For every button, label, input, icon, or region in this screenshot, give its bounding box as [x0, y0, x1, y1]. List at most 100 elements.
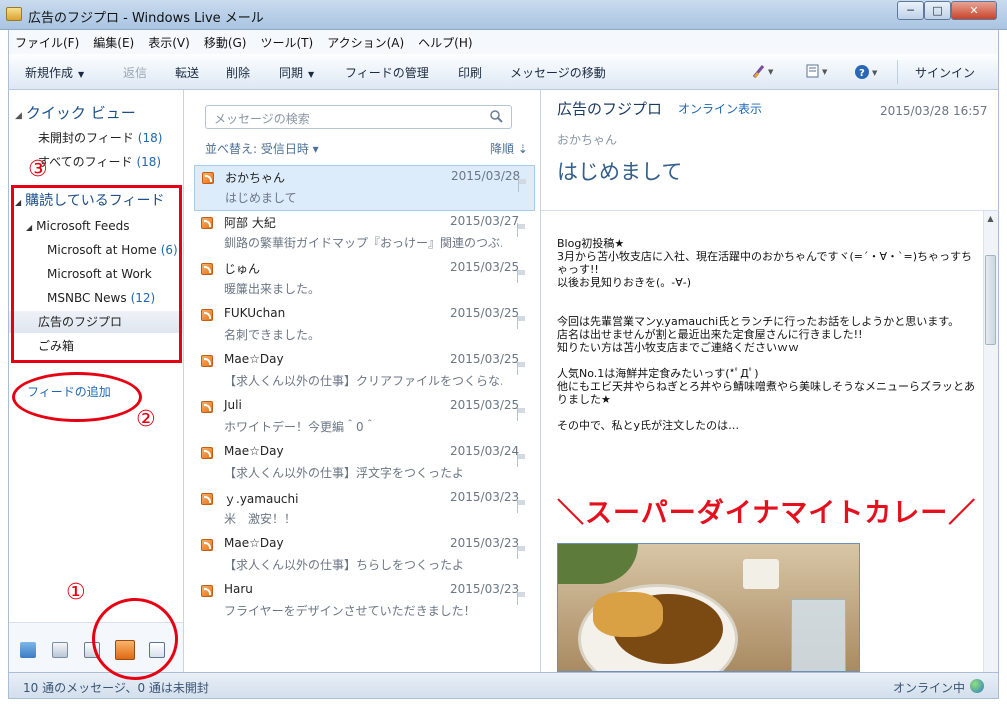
body-line: 今回は先輩営業マンy.yamauchi氏とランチに行ったお話をしようかと思います…	[557, 315, 960, 328]
flag-icon[interactable]	[516, 407, 526, 421]
message-date: 2015/03/23	[450, 490, 520, 504]
menu-file[interactable]: ファイル(F)	[15, 34, 79, 51]
message-from: Mae☆Day	[224, 444, 284, 458]
message-row[interactable]: ｙ.yamauchi 2015/03/23 米 激安！！	[194, 487, 535, 533]
message-subject: ホワイトデー！今更編＾0＾	[224, 420, 376, 434]
menu-edit[interactable]: 編集(E)	[93, 34, 134, 51]
rss-icon	[201, 539, 213, 551]
message-subject: 【求人くん以外の仕事】浮文字をつくったよ	[224, 466, 465, 480]
help-icon[interactable]: ? ▼	[854, 64, 882, 83]
message-subject-heading: はじめまして	[557, 160, 683, 184]
rss-icon	[201, 447, 213, 459]
menu-view[interactable]: 表示(V)	[148, 34, 190, 51]
flag-icon[interactable]	[516, 223, 526, 237]
new-button[interactable]: 新規作成 ▼	[25, 64, 84, 81]
view-options-icon[interactable]: ▼	[806, 64, 832, 81]
rss-icon	[201, 585, 213, 597]
rss-icon	[201, 493, 213, 505]
manage-feeds-button[interactable]: フィードの管理	[345, 64, 429, 81]
message-subject: はじめまして	[225, 191, 297, 205]
flag-icon[interactable]	[516, 591, 526, 605]
message-from: FUKUchan	[224, 306, 286, 320]
window-title: 広告のフジプロ - Windows Live メール	[28, 11, 264, 26]
nav-unread-feeds[interactable]: 未開封のフィード (18)	[9, 127, 183, 149]
body-line: 以後お見知りおきを(。-∀-)	[557, 276, 692, 289]
curry-photo	[557, 543, 860, 672]
svg-text:▼: ▼	[822, 68, 828, 76]
close-button[interactable]: ✕	[951, 1, 997, 20]
message-row[interactable]: おかちゃん 2015/03/28 はじめまして	[194, 165, 535, 211]
forward-button[interactable]: 転送	[175, 64, 199, 81]
flag-icon[interactable]	[516, 453, 526, 467]
scroll-thumb[interactable]	[985, 255, 996, 345]
message-row[interactable]: 阿部 大紀 2015/03/27 釧路の繁華街ガイドマップ『おっけー』関連のつぶ…	[194, 211, 535, 257]
annotation-number-1: ①	[66, 580, 86, 605]
message-body: Blog初投稿★ 3月から苫小牧支店に入社、現在活躍中のおかちゃんですヾ(=´・…	[557, 237, 977, 432]
mail-module-icon[interactable]	[20, 642, 36, 658]
message-row[interactable]: Mae☆Day 2015/03/25 【求人くん以外の仕事】クリアファイルをつく…	[194, 349, 535, 395]
message-from: じゅん	[224, 262, 261, 276]
salad-shape	[558, 544, 638, 584]
headline-text: ＼スーパーダイナマイトカレー／	[557, 498, 977, 529]
sort-dropdown[interactable]: 並べ替え: 受信日時 ▾	[205, 140, 319, 157]
minimize-button[interactable]: ─	[897, 1, 924, 20]
message-subject: 米 激安！！	[224, 512, 297, 526]
annotation-number-2: ②	[136, 407, 156, 432]
search-input[interactable]: メッセージの検索	[205, 105, 512, 129]
message-row[interactable]: Haru 2015/03/23 フライヤーをデザインさせていただきました！	[194, 579, 535, 625]
sort-direction-toggle[interactable]: 降順 ⇣	[490, 140, 528, 157]
message-from: ｙ.yamauchi	[224, 492, 299, 506]
flag-icon[interactable]	[516, 499, 526, 513]
body-line: 3月から苫小牧支店に入社、現在活躍中のおかちゃんですヾ(=´・∀・`=)ちゃっす…	[557, 250, 972, 276]
message-author: おかちゃん	[557, 133, 618, 147]
flag-icon[interactable]	[517, 178, 527, 192]
message-from: Mae☆Day	[224, 536, 284, 550]
menu-actions[interactable]: アクション(A)	[327, 34, 404, 51]
calendar-module-icon[interactable]	[52, 642, 68, 658]
quick-view-header[interactable]: ◢ クイック ビュー	[15, 102, 136, 123]
flag-icon[interactable]	[516, 269, 526, 283]
toolbar-separator	[897, 60, 898, 84]
print-button[interactable]: 印刷	[458, 64, 482, 81]
body-line: 他にもエビ天丼やらねぎとろ丼やら鯖味噌煮やら美味しそうなメニューらズラッとありま…	[557, 380, 975, 406]
rss-icon	[201, 355, 213, 367]
brush-icon[interactable]: ▼	[752, 64, 776, 81]
rss-icon	[201, 401, 213, 413]
message-row[interactable]: Juli 2015/03/25 ホワイトデー！今更編＾0＾	[194, 395, 535, 441]
flag-icon[interactable]	[516, 361, 526, 375]
message-list-pane: メッセージの検索 並べ替え: 受信日時 ▾ 降順 ⇣ おかちゃん 2015/03…	[184, 90, 541, 672]
flag-icon[interactable]	[516, 315, 526, 329]
message-date: 2015/03/25	[450, 398, 520, 412]
message-date: 2015/03/25	[450, 306, 520, 320]
message-date: 2015/03/25	[450, 260, 520, 274]
menu-tools[interactable]: ツール(T)	[260, 34, 313, 51]
sync-button[interactable]: 同期 ▼	[279, 64, 314, 81]
signin-button[interactable]: サインイン	[915, 64, 975, 81]
reply-button[interactable]: 返信	[123, 64, 147, 81]
quick-view-label: クイック ビュー	[25, 104, 136, 122]
message-row[interactable]: FUKUchan 2015/03/25 名刺できました。	[194, 303, 535, 349]
toolbar: 新規作成 ▼ 返信 転送 削除 同期 ▼ フィードの管理 印刷 メッセージの移動 ▼…	[8, 54, 999, 90]
glass-shape	[791, 599, 846, 671]
mail-app-icon	[6, 7, 22, 21]
message-row[interactable]: Mae☆Day 2015/03/24 【求人くん以外の仕事】浮文字をつくったよ	[194, 441, 535, 487]
message-row[interactable]: Mae☆Day 2015/03/23 【求人くん以外の仕事】ちらしをつくったよ	[194, 533, 535, 579]
menu-help[interactable]: ヘルプ(H)	[418, 34, 472, 51]
menu-bar: ファイル(F) 編集(E) 表示(V) 移動(G) ツール(T) アクション(A…	[8, 30, 999, 54]
maximize-button[interactable]: □	[924, 1, 951, 20]
message-from: Juli	[224, 398, 242, 412]
message-row[interactable]: じゅん 2015/03/25 暖簾出来ました。	[194, 257, 535, 303]
online-view-link[interactable]: オンライン表示	[678, 100, 762, 117]
menu-go[interactable]: 移動(G)	[204, 34, 247, 51]
cutlet-shape	[593, 592, 663, 637]
rss-icon	[201, 217, 213, 229]
delete-button[interactable]: 削除	[226, 64, 250, 81]
svg-text:▼: ▼	[768, 68, 774, 76]
new-label: 新規作成	[25, 66, 74, 80]
svg-text:?: ?	[859, 68, 865, 79]
flag-icon[interactable]	[516, 545, 526, 559]
scroll-up-icon[interactable]: ▲	[983, 211, 998, 226]
message-date: 2015/03/27	[450, 214, 520, 228]
move-message-button[interactable]: メッセージの移動	[510, 64, 606, 81]
